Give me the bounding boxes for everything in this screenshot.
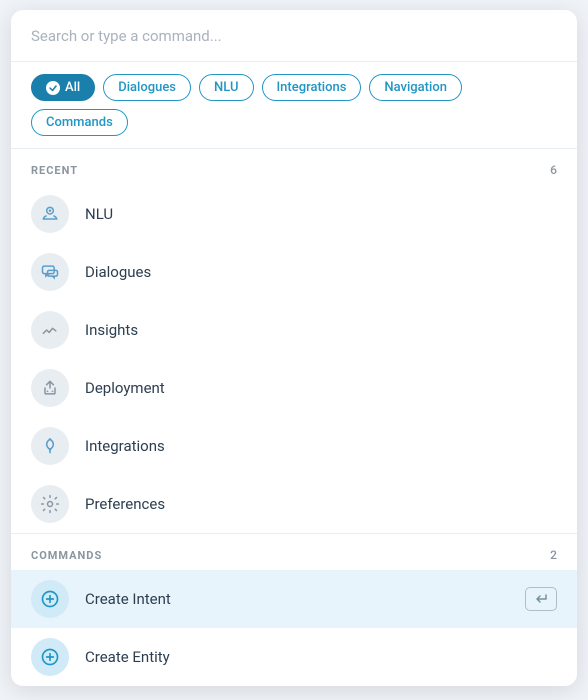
filter-label-navigation: Navigation: [384, 80, 447, 95]
command-palette: All Dialogues NLU Integrations Navigatio…: [11, 10, 577, 686]
commands-section: COMMANDS 2 Create Intent: [11, 533, 577, 686]
check-icon: [46, 81, 60, 95]
filter-chip-all[interactable]: All: [31, 74, 95, 101]
list-item-create-entity[interactable]: Create Entity: [11, 628, 577, 686]
recent-count: 6: [550, 163, 557, 177]
create-intent-icon: [31, 580, 69, 618]
list-item-nlu[interactable]: NLU: [11, 185, 577, 243]
search-input[interactable]: [31, 27, 557, 45]
commands-title: COMMANDS: [31, 549, 102, 562]
filter-label-commands: Commands: [46, 115, 113, 130]
filter-label-integrations: Integrations: [277, 80, 347, 95]
recent-section: RECENT 6 NLU: [11, 149, 577, 533]
filter-label-nlu: NLU: [214, 80, 238, 95]
nlu-icon: [31, 195, 69, 233]
recent-header: RECENT 6: [11, 149, 577, 185]
preferences-icon: [31, 485, 69, 523]
list-item-dialogues[interactable]: Dialogues: [11, 243, 577, 301]
create-entity-icon: [31, 638, 69, 676]
commands-count: 2: [550, 548, 557, 562]
search-bar: [11, 10, 577, 62]
list-item-insights[interactable]: Insights: [11, 301, 577, 359]
filter-bar: All Dialogues NLU Integrations Navigatio…: [11, 62, 577, 149]
filter-chip-integrations[interactable]: Integrations: [262, 74, 362, 101]
deployment-label: Deployment: [85, 379, 165, 397]
insights-label: Insights: [85, 321, 138, 339]
preferences-label: Preferences: [85, 495, 165, 513]
deployment-icon: [31, 369, 69, 407]
list-item-deployment[interactable]: Deployment: [11, 359, 577, 417]
filter-chip-nlu[interactable]: NLU: [199, 74, 253, 101]
dialogues-label: Dialogues: [85, 263, 151, 281]
list-item-integrations[interactable]: Integrations: [11, 417, 577, 475]
filter-label-all: All: [65, 80, 80, 95]
create-entity-label: Create Entity: [85, 648, 170, 666]
list-item-preferences[interactable]: Preferences: [11, 475, 577, 533]
nlu-label: NLU: [85, 205, 113, 223]
integrations-icon: [31, 427, 69, 465]
filter-chip-navigation[interactable]: Navigation: [369, 74, 462, 101]
filter-chip-commands[interactable]: Commands: [31, 109, 128, 136]
filter-label-dialogues: Dialogues: [118, 80, 176, 95]
integrations-label: Integrations: [85, 437, 165, 455]
recent-title: RECENT: [31, 164, 78, 177]
filter-chip-dialogues[interactable]: Dialogues: [103, 74, 191, 101]
list-item-create-intent[interactable]: Create Intent: [11, 570, 577, 628]
insights-icon: [31, 311, 69, 349]
create-intent-label: Create Intent: [85, 590, 171, 608]
dialogues-icon: [31, 253, 69, 291]
commands-header: COMMANDS 2: [11, 534, 577, 570]
enter-shortcut: [525, 587, 557, 611]
